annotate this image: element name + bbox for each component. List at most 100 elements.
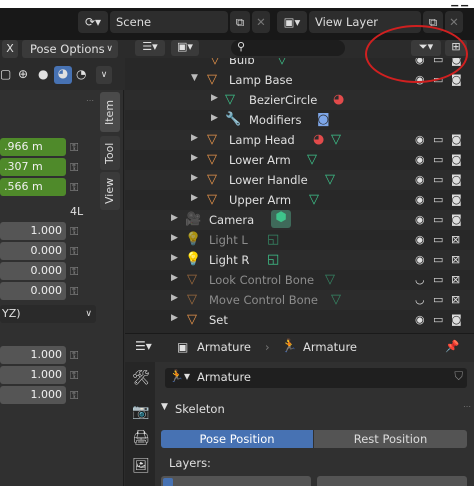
monitor-icon[interactable]: ▭ (433, 133, 443, 146)
list-item[interactable]: ▶ 💡 Light L ◱ ◉ ▭ ⊠ (125, 230, 474, 250)
eye-icon[interactable]: ◉ (415, 213, 425, 226)
monitor-disabled-icon[interactable]: ▭ (433, 273, 443, 286)
render-camera-icon[interactable]: ◙ (451, 193, 462, 206)
list-item[interactable]: ▶ 💡 Light R ◱ ◉ ▭ ⊠ (125, 250, 474, 270)
collapse-arrow-icon[interactable]: ▶ (171, 313, 178, 323)
list-item[interactable]: ▶ ▽ Move Control Bone ▽ ◡ ▭ ⊠ (125, 290, 474, 310)
render-camera-icon[interactable]: ◙ (451, 173, 462, 186)
rotation-y-field[interactable]: 0.000 (0, 262, 66, 280)
collapse-arrow-icon[interactable]: ▶ (191, 153, 198, 163)
monitor-disabled-icon[interactable]: ▭ (433, 233, 443, 246)
expand-arrow-icon[interactable]: ▼ (191, 73, 198, 83)
delete-scene-button[interactable]: ✕ (252, 11, 270, 33)
render-disabled-icon[interactable]: ⊠ (451, 253, 460, 266)
pin-icon[interactable]: 📌 (445, 339, 459, 353)
lock-icon[interactable]: ⚿ (70, 265, 86, 279)
render-camera-icon[interactable]: ◙ (451, 313, 462, 326)
skeleton-panel-header[interactable]: ▼ Skeleton ⋯ (159, 398, 471, 422)
output-tab-icon[interactable]: 🖨 (130, 430, 152, 450)
tool-tab-icon[interactable]: 🛠 (130, 370, 152, 390)
lock-icon[interactable]: ⚿ (70, 161, 86, 175)
scale-y-field[interactable]: 1.000 (0, 366, 66, 384)
rotation-x-field[interactable]: 0.000 (0, 242, 66, 260)
list-item[interactable]: ▶ 🔧 Modifiers ◙ (125, 110, 474, 130)
pose-position-button[interactable]: Pose Position (161, 430, 313, 448)
shield-icon[interactable]: ⛉ (454, 369, 463, 384)
list-item[interactable]: ▶ ▽ Lower Arm ▽ ◉ ▭ ◙ (125, 150, 474, 170)
tab-tool[interactable]: Tool (100, 136, 120, 170)
tab-item[interactable]: Item (100, 92, 120, 132)
layer-button-active[interactable] (163, 478, 173, 486)
overlay-icon[interactable]: ▢ (0, 67, 11, 81)
scene-name-field[interactable]: Scene (110, 11, 228, 33)
render-disabled-icon[interactable]: ⊠ (451, 273, 460, 286)
lock-icon[interactable]: ⚿ (70, 349, 86, 363)
eye-icon[interactable]: ◉ (415, 173, 425, 186)
monitor-icon[interactable]: ▭ (433, 193, 443, 206)
collapse-arrow-icon[interactable]: ▶ (171, 273, 178, 283)
collapse-arrow-icon[interactable]: ▶ (171, 213, 178, 223)
wireframe-icon[interactable]: ⊕ (18, 67, 28, 81)
collapse-arrow-icon[interactable]: ▶ (191, 193, 198, 203)
editor-type-button[interactable]: ☰▾ (135, 339, 163, 357)
render-camera-icon[interactable]: ◙ (451, 213, 462, 226)
search-input[interactable]: ⚲ (231, 40, 345, 56)
collapse-arrow-icon[interactable]: ▶ (191, 133, 198, 143)
list-item[interactable]: ▶ ▽ Upper Arm ▽ ◉ ▭ ◙ (125, 190, 474, 210)
eye-icon[interactable]: ◉ (415, 193, 425, 206)
eye-closed-icon[interactable]: ◡ (415, 273, 425, 286)
list-item[interactable]: ▶ 🎥 Camera ⬢ ◉ ▭ ◙ (125, 210, 474, 230)
layer-buttons-group-1[interactable] (161, 476, 311, 486)
list-item[interactable]: ▶ ▽ Look Control Bone ▽ ◡ ▭ ⊠ (125, 270, 474, 290)
tab-view[interactable]: View (100, 172, 120, 210)
render-disabled-icon[interactable]: ⊠ (451, 293, 460, 306)
view-layer-selector-button[interactable]: ▣▾ (277, 11, 307, 33)
monitor-icon[interactable]: ▭ (433, 173, 443, 186)
lock-icon[interactable]: ⚿ (70, 181, 86, 195)
collapse-arrow-icon[interactable]: ▶ (171, 293, 178, 303)
delete-view-layer-button[interactable]: ✕ (445, 11, 463, 33)
render-disabled-icon[interactable]: ⊠ (451, 233, 460, 246)
collapse-arrow-icon[interactable]: ▶ (171, 233, 178, 243)
pose-options-dropdown[interactable]: Pose Options ∨ (22, 40, 118, 58)
armature-data-field[interactable]: 🏃▾ Armature ⛉ (165, 368, 467, 388)
eye-icon[interactable]: ◉ (415, 133, 425, 146)
scale-z-field[interactable]: 1.000 (0, 386, 66, 404)
rest-position-button[interactable]: Rest Position (314, 430, 467, 448)
solid-shading-icon[interactable]: ● (38, 67, 48, 81)
lock-icon[interactable]: ⚿ (70, 389, 86, 403)
collapse-arrow-icon[interactable]: ▶ (191, 173, 198, 183)
lock-icon[interactable]: ⚿ (70, 369, 86, 383)
monitor-icon[interactable]: ▭ (433, 153, 443, 166)
material-preview-icon[interactable]: ◕ (54, 66, 72, 84)
lock-icon[interactable]: ⚿ (70, 141, 86, 155)
render-camera-icon[interactable]: ◙ (451, 73, 462, 86)
render-camera-icon[interactable]: ◙ (451, 153, 462, 166)
location-z-field[interactable]: .566 m (0, 178, 66, 196)
monitor-icon[interactable]: ▭ (433, 313, 443, 326)
monitor-disabled-icon[interactable]: ▭ (433, 253, 443, 266)
collapse-arrow-icon[interactable]: ▶ (171, 253, 178, 263)
rotation-z-field[interactable]: 0.000 (0, 282, 66, 300)
eye-icon[interactable]: ◉ (415, 313, 425, 326)
list-item[interactable]: ▶ ▽ Lamp Head ◕ ▽ ◉ ▭ ◙ (125, 130, 474, 150)
layer-buttons-group-2[interactable] (317, 476, 467, 486)
monitor-disabled-icon[interactable]: ▭ (433, 293, 443, 306)
lock-icon[interactable]: ⚿ (70, 225, 86, 239)
monitor-icon[interactable]: ▭ (433, 213, 443, 226)
location-x-field[interactable]: .966 m (0, 138, 66, 156)
collapse-arrow-icon[interactable]: ▶ (211, 93, 218, 103)
eye-icon[interactable]: ◉ (415, 253, 425, 266)
render-tab-icon[interactable]: 📷 (130, 404, 152, 424)
eye-icon[interactable]: ◉ (415, 153, 425, 166)
shading-options-chevron-icon[interactable]: ∨ (96, 66, 112, 84)
location-y-field[interactable]: .307 m (0, 158, 66, 176)
lock-icon[interactable]: ⚿ (70, 285, 86, 299)
scene-selector-button[interactable]: ⟳▾ (78, 11, 108, 33)
display-mode-button[interactable]: ☰▾ (135, 40, 165, 56)
lock-icon[interactable]: ⚿ (70, 245, 86, 259)
scale-x-field[interactable]: 1.000 (0, 346, 66, 364)
list-item[interactable]: ▶ ▽ Set ◉ ▭ ◙ (125, 310, 474, 330)
eye-closed-icon[interactable]: ◡ (415, 293, 425, 306)
close-button[interactable]: X (2, 40, 18, 58)
